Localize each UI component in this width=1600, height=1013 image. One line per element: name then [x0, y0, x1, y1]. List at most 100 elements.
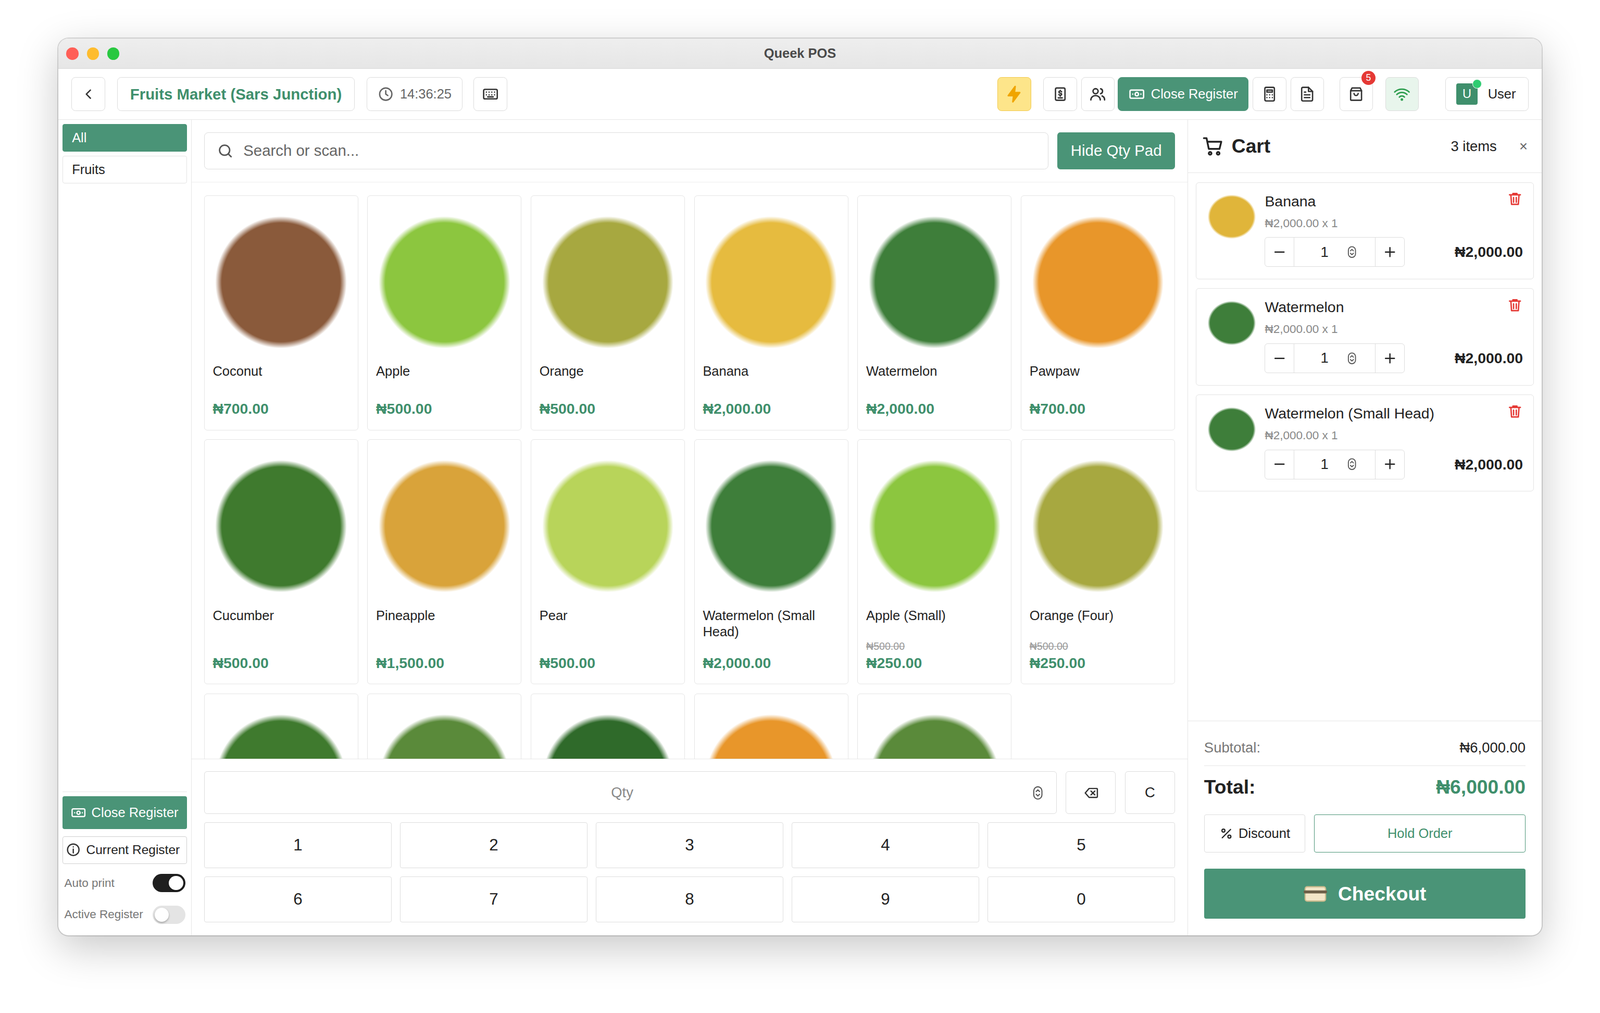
product-card[interactable] — [857, 693, 1012, 759]
time-display[interactable]: 14:36:25 — [366, 77, 462, 111]
category-item[interactable]: Fruits — [62, 155, 188, 184]
back-button[interactable] — [71, 77, 106, 111]
store-button[interactable]: Fruits Market (Sars Junction) — [117, 77, 355, 111]
number-keys: 12345 67890 — [204, 821, 1175, 922]
product-card[interactable]: Banana₦2,000.00 — [694, 195, 849, 431]
product-price: ₦500.00 — [376, 400, 514, 418]
product-price: ₦1,500.00 — [376, 654, 514, 672]
close-register-button[interactable]: Close Register — [62, 795, 188, 829]
number-key[interactable]: 3 — [595, 821, 784, 868]
product-card[interactable] — [204, 693, 359, 759]
cart-item: Banana₦2,000.00 x 11₦2,000.00 — [1195, 182, 1534, 280]
document-icon — [1298, 85, 1316, 103]
product-card[interactable]: Cucumber₦500.00 — [204, 439, 359, 684]
zoom-light[interactable] — [107, 47, 120, 60]
product-card[interactable]: Pawpaw₦700.00 — [1020, 195, 1175, 431]
category-sidebar: AllFruitsClose RegisterCurrent RegisterA… — [58, 119, 193, 935]
subtotal-label: Subtotal: — [1204, 739, 1261, 756]
cart-item-total: ₦2,000.00 — [1454, 455, 1523, 473]
cart-item-unit: ₦2,000.00 x 1 — [1264, 428, 1523, 443]
increase-button[interactable] — [1375, 450, 1405, 479]
increase-button[interactable] — [1375, 237, 1405, 267]
banknote-icon — [1128, 85, 1145, 103]
number-key[interactable]: 9 — [791, 876, 980, 922]
product-photo — [866, 702, 1004, 759]
product-photo — [212, 447, 350, 598]
product-name: Orange — [539, 363, 677, 380]
product-grid-viewport: Coconut₦700.00 Apple ₦500.00 Orange₦500.00B… — [191, 182, 1187, 759]
product-card[interactable] — [694, 693, 849, 759]
orders-button[interactable]: 5 — [1339, 77, 1374, 111]
number-key[interactable]: 8 — [595, 876, 784, 922]
number-key[interactable]: 1 — [204, 821, 392, 868]
cart-item-total: ₦2,000.00 — [1454, 349, 1523, 367]
product-card[interactable]: Apple ₦500.00 — [367, 195, 522, 431]
close-register-button[interactable]: Close Register — [1117, 77, 1249, 111]
product-card[interactable]: Pear₦500.00 — [530, 439, 685, 684]
minimize-light[interactable] — [86, 47, 100, 60]
qty-field[interactable]: 1 — [1293, 450, 1376, 479]
cash-button[interactable] — [1043, 77, 1078, 111]
number-key[interactable]: 7 — [400, 876, 588, 922]
total-value: ₦6,000.00 — [1435, 775, 1526, 798]
keyboard-button[interactable] — [473, 77, 508, 111]
store-name: Fruits Market (Sars Junction) — [130, 85, 342, 104]
decrease-button[interactable] — [1265, 237, 1294, 267]
clear-cart-button[interactable]: × — [1519, 138, 1528, 155]
delete-button[interactable] — [1506, 190, 1523, 211]
qty-value: 1 — [1320, 349, 1329, 367]
product-photo — [866, 204, 1004, 355]
customers-button[interactable] — [1081, 77, 1116, 111]
product-card[interactable]: Pineapple₦1,500.00 — [367, 439, 522, 684]
qty-placeholder: Qty — [214, 783, 1030, 801]
backspace-button[interactable] — [1065, 770, 1116, 814]
increase-button[interactable] — [1375, 343, 1405, 373]
product-name: Apple — [376, 363, 514, 380]
number-key[interactable]: 0 — [987, 876, 1175, 922]
trash-icon — [1506, 296, 1523, 314]
hide-qty-pad-button[interactable]: Hide Qty Pad — [1057, 132, 1175, 170]
qty-field[interactable]: 1 — [1293, 343, 1376, 373]
product-price: ₦250.00 — [1029, 654, 1167, 672]
clear-button[interactable]: C — [1125, 770, 1175, 814]
product-card[interactable]: Orange (Four)₦500.00₦250.00 — [1020, 439, 1175, 684]
delete-button[interactable] — [1506, 403, 1523, 424]
close-light[interactable] — [66, 47, 79, 60]
quick-button[interactable] — [997, 77, 1032, 111]
product-card[interactable]: Orange₦500.00 — [530, 195, 685, 431]
delete-button[interactable] — [1506, 296, 1523, 318]
cart-item-info: Banana₦2,000.00 x 11₦2,000.00 — [1264, 190, 1523, 271]
cart-item-name: Watermelon — [1264, 298, 1501, 316]
number-key[interactable]: 6 — [204, 876, 392, 922]
number-key[interactable]: 4 — [791, 821, 980, 868]
user-menu[interactable]: UUser — [1445, 77, 1529, 111]
hold-order-button[interactable]: Hold Order — [1314, 814, 1526, 852]
minus-icon — [1271, 350, 1287, 366]
decrease-button[interactable] — [1265, 450, 1294, 479]
product-card[interactable]: Watermelon₦2,000.00 — [857, 195, 1012, 431]
checkout-button[interactable]: Checkout — [1204, 868, 1526, 919]
cart-item-info: Watermelon (Small Head)₦2,000.00 x 11₦2,… — [1264, 403, 1523, 483]
category-item[interactable]: All — [62, 123, 188, 152]
current-register-button[interactable]: Current Register — [62, 835, 188, 864]
toggle-switch[interactable] — [152, 905, 186, 924]
product-card[interactable]: Apple (Small)₦500.00₦250.00 — [857, 439, 1012, 684]
search-field[interactable]: Search or scan... — [204, 132, 1049, 170]
decrease-button[interactable] — [1265, 343, 1294, 373]
close-register-label: Close Register — [1151, 86, 1239, 102]
product-card[interactable]: Coconut₦700.00 — [204, 195, 359, 431]
number-key[interactable]: 2 — [400, 821, 588, 868]
connection-status[interactable] — [1385, 77, 1420, 111]
calculator-button[interactable] — [1252, 77, 1287, 111]
toggle-switch[interactable] — [152, 873, 186, 892]
qty-field[interactable]: 1 — [1293, 237, 1376, 267]
product-price: ₦700.00 — [212, 400, 350, 418]
product-card[interactable] — [530, 693, 685, 759]
product-card[interactable]: Watermelon (Small Head)₦2,000.00 — [694, 439, 849, 684]
reports-button[interactable] — [1290, 77, 1325, 111]
product-card[interactable] — [367, 693, 522, 759]
number-key[interactable]: 5 — [987, 821, 1175, 868]
discount-button[interactable]: Discount — [1204, 814, 1306, 852]
qty-input[interactable]: Qty — [204, 770, 1057, 814]
product-photo — [539, 702, 677, 759]
